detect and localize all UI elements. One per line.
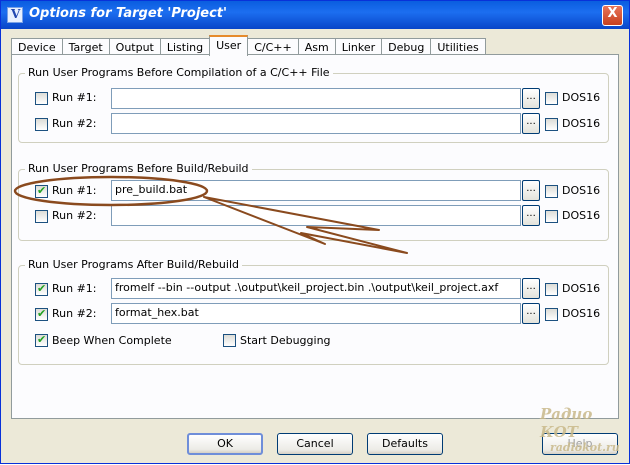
browse-button[interactable]: ... xyxy=(522,88,540,109)
before-build-run2-input[interactable] xyxy=(111,205,521,226)
tab-user[interactable]: User xyxy=(209,35,249,56)
dos16-label: DOS16 xyxy=(562,307,601,320)
before-compile-run1-input[interactable] xyxy=(111,88,521,109)
run-label: Run #2: xyxy=(52,307,97,320)
before-compile-run2-input[interactable] xyxy=(111,113,521,134)
dos16-label: DOS16 xyxy=(562,117,601,130)
defaults-button[interactable]: Defaults xyxy=(367,433,443,455)
after-build-run1-input[interactable]: fromelf --bin --output .\output\keil_pro… xyxy=(111,278,521,299)
start-debugging-checkbox[interactable] xyxy=(223,334,236,347)
cancel-button[interactable]: Cancel xyxy=(277,433,353,455)
beep-when-complete-label: Beep When Complete xyxy=(52,334,172,347)
before-build-run1-input[interactable]: pre_build.bat xyxy=(111,180,521,201)
after-build-run2-input[interactable]: format_hex.bat xyxy=(111,303,521,324)
keil-app-icon xyxy=(7,7,23,23)
before-build-run2-dos16-checkbox[interactable] xyxy=(545,210,558,223)
dos16-label: DOS16 xyxy=(562,184,601,197)
start-debugging-label: Start Debugging xyxy=(240,334,331,347)
before-build-run1-checkbox[interactable] xyxy=(35,184,48,198)
browse-button[interactable]: ... xyxy=(522,180,540,201)
run-label: Run #1: xyxy=(52,91,97,104)
browse-button[interactable]: ... xyxy=(522,113,540,134)
after-build-run1-checkbox[interactable] xyxy=(35,282,48,296)
tab-strip: Device Target Output Listing User C/C++ Asm Lin… xyxy=(11,35,486,56)
close-button[interactable]: X xyxy=(602,5,623,26)
before-compile-run1-checkbox[interactable] xyxy=(35,92,48,105)
after-build-run2-checkbox[interactable] xyxy=(35,307,48,321)
run-label: Run #1: xyxy=(52,184,97,197)
before-compile-run1-dos16-checkbox[interactable] xyxy=(545,92,558,105)
before-build-run1-dos16-checkbox[interactable] xyxy=(545,185,558,198)
before-compile-run2-dos16-checkbox[interactable] xyxy=(545,118,558,131)
browse-button[interactable]: ... xyxy=(522,303,540,324)
beep-when-complete-checkbox[interactable] xyxy=(35,333,48,347)
browse-button[interactable]: ... xyxy=(522,205,540,226)
title-bar[interactable]: Options for Target 'Project' X xyxy=(1,1,629,29)
group-title: Run User Programs After Build/Rebuild xyxy=(25,258,242,271)
before-compile-run2-checkbox[interactable] xyxy=(35,118,48,131)
run-label: Run #1: xyxy=(52,282,97,295)
before-build-run2-checkbox[interactable] xyxy=(35,210,48,223)
dos16-label: DOS16 xyxy=(562,91,601,104)
watermark-line2: radiokot.ru xyxy=(550,441,620,454)
dos16-label: DOS16 xyxy=(562,209,601,222)
after-build-run1-dos16-checkbox[interactable] xyxy=(545,283,558,296)
options-dialog: Options for Target 'Project' X DeviceTar… xyxy=(0,0,630,464)
ok-button[interactable]: OK xyxy=(187,433,263,455)
after-build-run2-dos16-checkbox[interactable] xyxy=(545,308,558,321)
window-title: Options for Target 'Project' xyxy=(29,6,227,21)
watermark-logo: Радио КОТ radiokot.ru xyxy=(532,403,628,461)
run-label: Run #2: xyxy=(52,209,97,222)
group-title: Run User Programs Before Compilation of … xyxy=(25,66,333,79)
group-title: Run User Programs Before Build/Rebuild xyxy=(25,162,252,175)
watermark-line1: Радио КОТ xyxy=(540,405,593,441)
browse-button[interactable]: ... xyxy=(522,278,540,299)
dos16-label: DOS16 xyxy=(562,282,601,295)
run-label: Run #2: xyxy=(52,117,97,130)
